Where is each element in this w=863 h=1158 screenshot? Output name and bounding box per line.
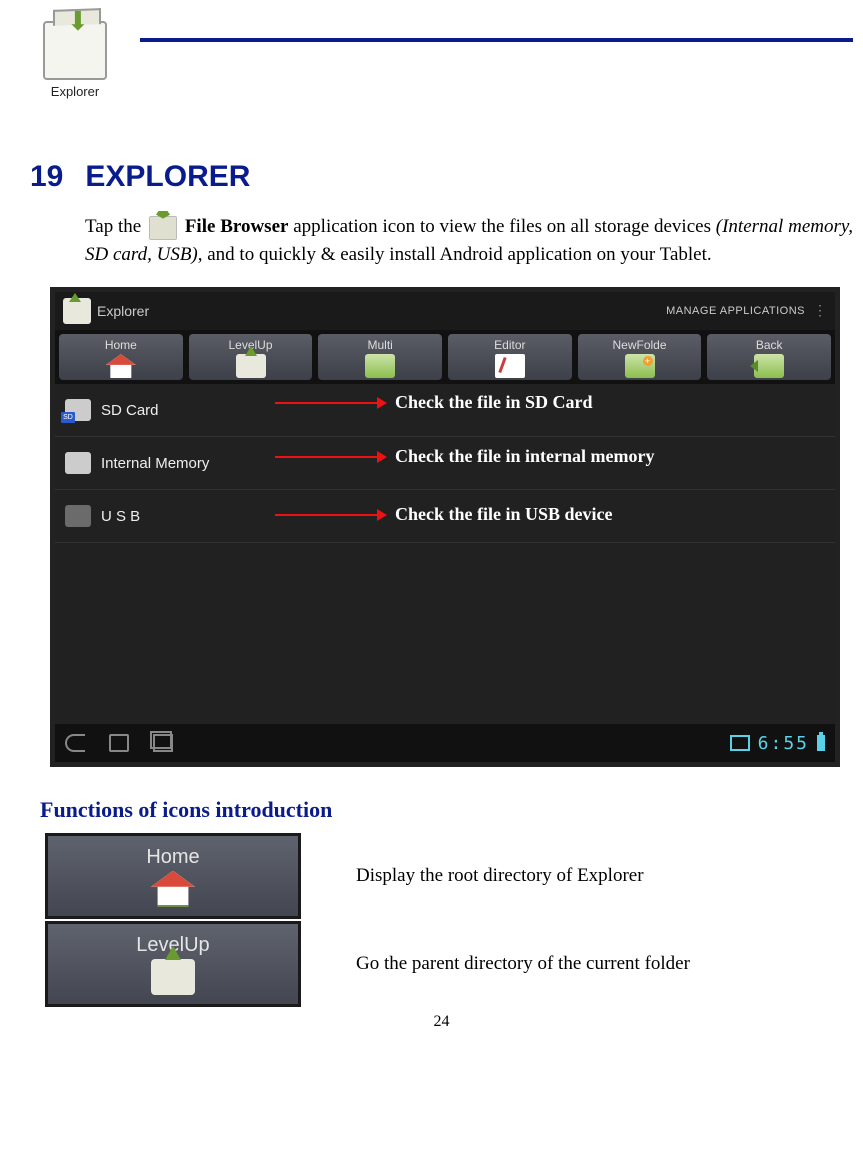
internal-label: Internal Memory (101, 455, 209, 472)
function-levelup-description: Go the parent directory of the current f… (356, 953, 690, 975)
levelup-button[interactable]: LevelUp (189, 334, 313, 380)
function-row-levelup: LevelUp Go the parent directory of the c… (45, 921, 853, 1007)
page-header: ⬇ Explorer (30, 0, 853, 120)
newfolder-icon (625, 354, 655, 378)
android-navbar: 6:55 (55, 724, 835, 762)
annotation-usb: Check the file in USB device (275, 504, 613, 525)
sd-badge: SD (61, 412, 75, 423)
annotation-sdcard: Check the file in SD Card (275, 392, 593, 413)
arrow-icon (275, 514, 385, 516)
screenshot-title: Explorer (97, 303, 149, 319)
storage-list: SD SD Card Internal Memory U S B Check t… (55, 384, 835, 724)
intro-tail: , and to quickly & easily install Androi… (198, 244, 712, 265)
internal-memory-icon (65, 452, 91, 474)
editor-button-label: Editor (494, 338, 525, 352)
annotation-sdcard-text: Check the file in SD Card (395, 392, 593, 413)
functions-heading: Functions of icons introduction (40, 797, 853, 823)
annotation-usb-text: Check the file in USB device (395, 504, 613, 525)
function-row-home: Home Display the root directory of Explo… (45, 833, 853, 919)
nav-recent-icon[interactable] (153, 733, 173, 753)
picture-status-icon (730, 735, 750, 751)
battery-icon (817, 735, 825, 751)
back-button[interactable]: Back (707, 334, 831, 380)
screenshot-titlebar: Explorer MANAGE APPLICATIONS ⋮ (55, 292, 835, 330)
section-number: 19 (30, 160, 63, 193)
levelup-icon (236, 354, 266, 378)
function-home-button: Home (45, 833, 301, 919)
sdcard-icon: SD (65, 399, 91, 421)
section-title: EXPLORER (85, 160, 250, 193)
box-icon: ⬇ (43, 21, 107, 80)
function-home-description: Display the root directory of Explorer (356, 865, 644, 887)
arrow-icon (275, 402, 385, 404)
overflow-menu-icon[interactable]: ⋮ (813, 303, 827, 320)
manage-applications-link[interactable]: MANAGE APPLICATIONS (666, 305, 805, 317)
home-icon (106, 354, 136, 378)
home-button-label: Home (105, 338, 137, 352)
intro-lead: Tap the (85, 216, 146, 237)
explorer-app-icon: ⬇ Explorer (30, 0, 120, 120)
explorer-icon-label: Explorer (51, 84, 99, 99)
newfolder-button[interactable]: NewFolde (578, 334, 702, 380)
multi-button-label: Multi (368, 338, 393, 352)
newfolder-button-label: NewFolde (613, 338, 667, 352)
function-home-label: Home (146, 846, 199, 869)
header-divider (140, 38, 853, 42)
back-icon (754, 354, 784, 378)
explorer-screenshot: Explorer MANAGE APPLICATIONS ⋮ Home Leve… (50, 287, 840, 767)
editor-icon (495, 354, 525, 378)
home-icon (151, 871, 195, 907)
status-time: 6:55 (758, 733, 809, 754)
back-button-label: Back (756, 338, 783, 352)
annotation-internal: Check the file in internal memory (275, 446, 654, 467)
page-number: 24 (30, 1013, 853, 1031)
intro-paragraph: Tap the File Browser application icon to… (85, 213, 853, 268)
file-browser-icon (149, 216, 177, 240)
usb-icon (65, 505, 91, 527)
home-button[interactable]: Home (59, 334, 183, 380)
editor-button[interactable]: Editor (448, 334, 572, 380)
intro-bold: File Browser (185, 216, 289, 237)
annotation-internal-text: Check the file in internal memory (395, 446, 654, 467)
explorer-icon (63, 298, 91, 324)
levelup-icon (151, 959, 195, 995)
sdcard-label: SD Card (101, 402, 159, 419)
function-levelup-button: LevelUp (45, 921, 301, 1007)
arrow-icon (275, 456, 385, 458)
intro-mid: application icon to view the files on al… (293, 216, 716, 237)
section-heading: 19 EXPLORER (30, 160, 853, 194)
multi-button[interactable]: Multi (318, 334, 442, 380)
usb-label: U S B (101, 508, 140, 525)
screenshot-toolbar: Home LevelUp Multi Editor NewFolde Back (55, 330, 835, 384)
multi-icon (365, 354, 395, 378)
nav-home-icon[interactable] (109, 733, 129, 753)
nav-back-icon[interactable] (65, 733, 85, 753)
